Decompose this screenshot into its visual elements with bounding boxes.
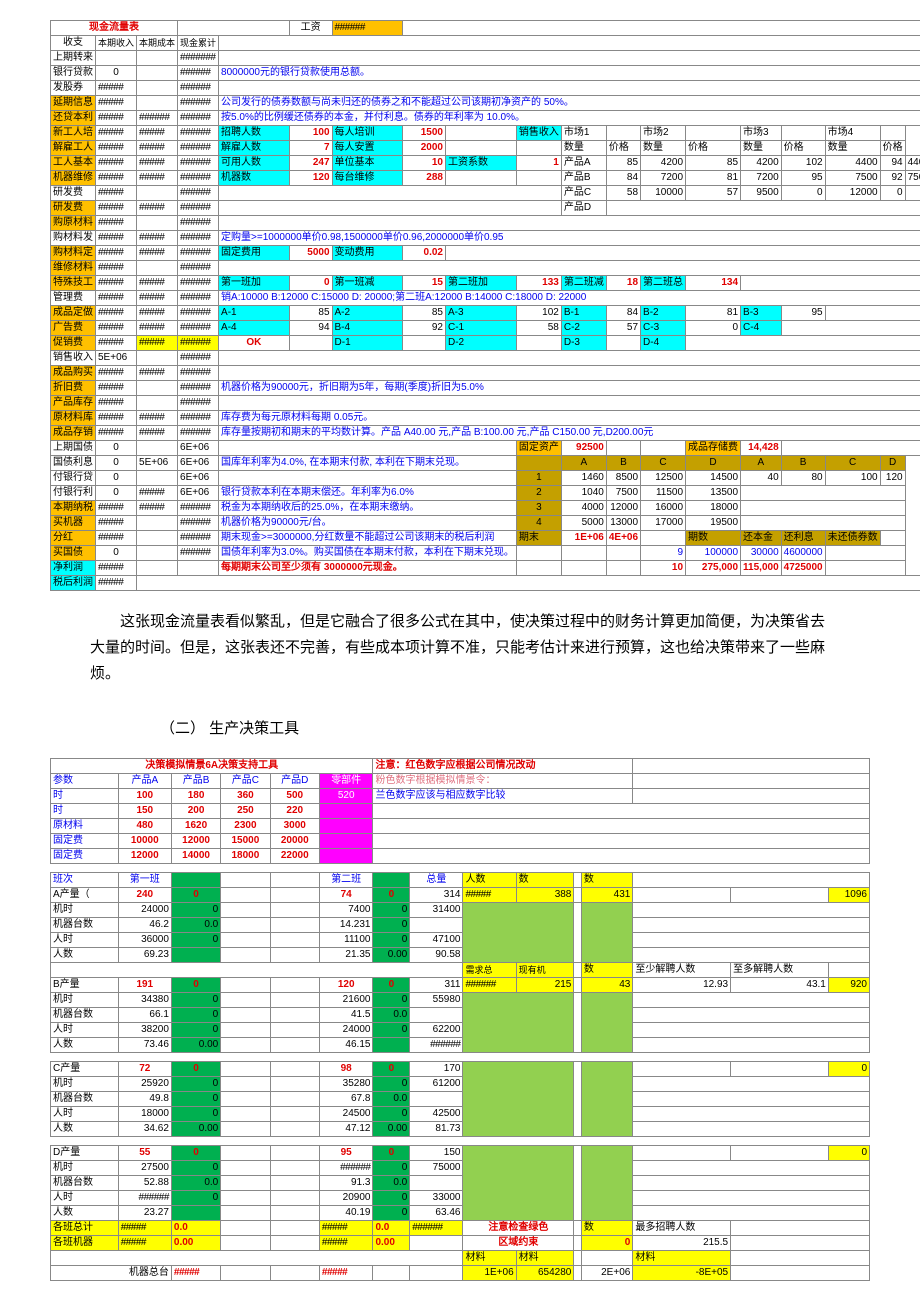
cashflow-title: 现金流量表 [51, 21, 178, 36]
subtitle: （二） 生产决策工具 [160, 717, 870, 738]
cashflow-table: 现金流量表 工资 ###### 收支 本期收入 本期成本 现金累计 上期转来##… [50, 20, 920, 591]
sim-table: 决策模拟情景6A决策支持工具 注意：红色数字应根据公司情况改动 参数 产品A产品… [50, 758, 870, 1281]
paragraph-1: 这张现金流量表看似繁乱，但是它融合了很多公式在其中，使决策过程中的财务计算更加简… [90, 609, 830, 687]
col-gongzi: 工资 [289, 21, 332, 36]
